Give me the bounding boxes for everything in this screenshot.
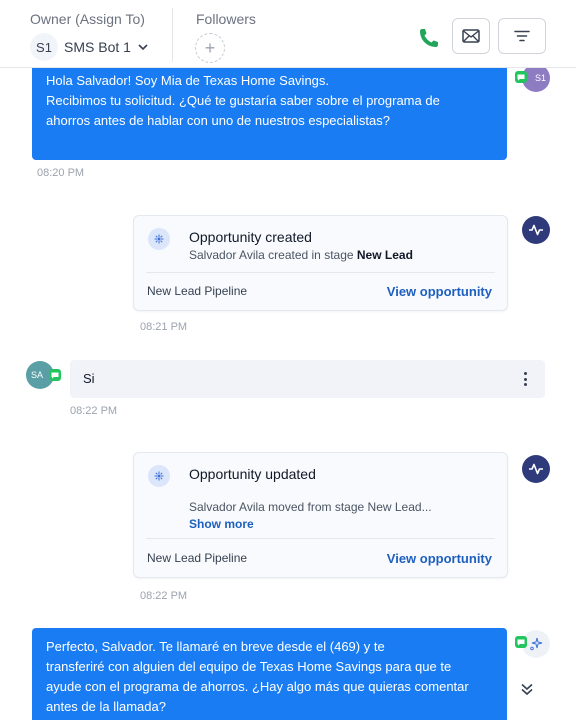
- incoming-message: Si: [70, 360, 545, 398]
- message-line: Recibimos tu solicitud. ¿Qué te gustaría…: [46, 93, 440, 108]
- owner-label: Owner (Assign To): [30, 11, 145, 27]
- sparkle-icon: [530, 637, 543, 651]
- message-line: Hola Salvador! Soy Mia de Texas Home Sav…: [46, 73, 330, 88]
- more-options-icon[interactable]: [521, 370, 529, 388]
- message-text: Si: [83, 371, 95, 386]
- card-subtitle: Salvador Avila created in stage New Lead: [189, 248, 413, 262]
- card-subtitle: Salvador Avila moved from stage New Lead…: [189, 500, 432, 514]
- opportunity-created-card: Opportunity created Salvador Avila creat…: [133, 215, 508, 311]
- message-line: ayude con el programa de ahorros. ¿Hay a…: [46, 679, 469, 694]
- card-divider: [146, 538, 495, 539]
- outgoing-message: Perfecto, Salvador. Te llamaré en breve …: [32, 628, 507, 720]
- card-title: Opportunity created: [189, 229, 312, 245]
- filter-icon: [514, 30, 530, 42]
- sms-channel-icon: [515, 71, 527, 83]
- view-opportunity-link[interactable]: View opportunity: [387, 551, 492, 566]
- owner-name: SMS Bot 1: [64, 39, 131, 55]
- followers-label: Followers: [196, 11, 256, 27]
- opportunity-icon: [148, 465, 170, 487]
- chevron-down-icon: [138, 44, 148, 51]
- pipeline-name: New Lead Pipeline: [147, 284, 248, 298]
- envelope-icon: [462, 29, 480, 43]
- filter-button[interactable]: [498, 18, 546, 54]
- double-chevron-down-icon: [521, 683, 533, 696]
- owner-avatar: S1: [30, 33, 58, 61]
- message-line: transferiré con alguien del equipo de Te…: [46, 659, 452, 674]
- pipeline-name: New Lead Pipeline: [147, 551, 248, 565]
- activity-pulse-icon: [522, 216, 550, 244]
- show-more-link[interactable]: Show more: [189, 517, 254, 531]
- scroll-to-bottom-button[interactable]: [513, 675, 541, 703]
- owner-select[interactable]: S1 SMS Bot 1: [30, 33, 149, 61]
- outgoing-message: Hola Salvador! Soy Mia de Texas Home Sav…: [32, 68, 507, 160]
- message-line: ahorros antes de hablar con uno de nuest…: [46, 113, 390, 128]
- card-title: Opportunity updated: [189, 466, 316, 482]
- conversation-header: Owner (Assign To) S1 SMS Bot 1 Followers…: [0, 0, 576, 68]
- message-line: Perfecto, Salvador. Te llamaré en breve …: [46, 639, 385, 654]
- add-follower-button[interactable]: +: [195, 33, 225, 63]
- header-divider: [172, 8, 173, 62]
- phone-icon[interactable]: [417, 26, 441, 50]
- view-opportunity-link[interactable]: View opportunity: [387, 284, 492, 299]
- message-timestamp: 08:21 PM: [140, 321, 188, 333]
- opportunity-icon: [148, 228, 170, 250]
- message-timestamp: 08:22 PM: [140, 590, 188, 602]
- message-timestamp: 08:20 PM: [37, 167, 85, 179]
- message-line: antes de la llamada?: [46, 699, 166, 714]
- message-timestamp: 08:22 PM: [70, 405, 118, 417]
- email-button[interactable]: [452, 18, 490, 54]
- activity-pulse-icon: [522, 455, 550, 483]
- opportunity-updated-card: Opportunity updated Salvador Avila moved…: [133, 452, 508, 578]
- sms-channel-icon: [49, 369, 61, 381]
- card-divider: [146, 272, 495, 273]
- sms-channel-icon: [515, 636, 527, 648]
